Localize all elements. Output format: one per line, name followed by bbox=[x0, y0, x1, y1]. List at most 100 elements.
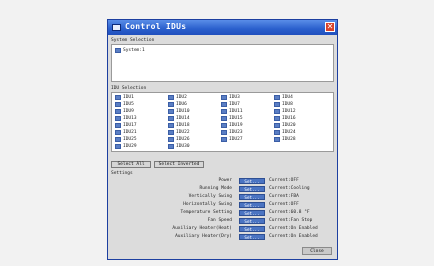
idu-selection-header: IDU Selection bbox=[111, 86, 147, 91]
idu-checkbox[interactable] bbox=[115, 95, 121, 100]
idu-label: IDU12 bbox=[282, 109, 296, 114]
idu-label: IDU26 bbox=[176, 137, 190, 142]
idu-label: IDU23 bbox=[229, 130, 243, 135]
setting-set-button[interactable]: Set... bbox=[239, 210, 265, 216]
select-inverted-button[interactable]: Select Inverted bbox=[154, 161, 204, 168]
system-selection-header: System Selection bbox=[111, 38, 155, 43]
idu-checkbox[interactable] bbox=[168, 116, 174, 121]
window-icon bbox=[112, 24, 121, 31]
idu-checkbox[interactable] bbox=[221, 123, 227, 128]
idu-checkbox[interactable] bbox=[168, 102, 174, 107]
idu-checkbox[interactable] bbox=[274, 130, 280, 135]
idu-checkbox[interactable] bbox=[115, 144, 121, 149]
setting-set-button[interactable]: Set... bbox=[239, 226, 265, 232]
setting-current-value: Current:OFF bbox=[269, 202, 299, 207]
idu-checkbox[interactable] bbox=[221, 116, 227, 121]
idu-label: IDU16 bbox=[282, 116, 296, 121]
control-idus-window: Control IDUs ✕ System Selection System:1… bbox=[107, 19, 338, 260]
setting-set-button[interactable]: Set... bbox=[239, 218, 265, 224]
setting-current-value: Current:On Enabled bbox=[269, 234, 318, 239]
system-1-label: System:1 bbox=[123, 48, 145, 53]
setting-current-value: Current:FBA bbox=[269, 194, 299, 199]
idu-checkbox[interactable] bbox=[115, 109, 121, 114]
setting-set-button[interactable]: Set... bbox=[239, 194, 265, 200]
idu-label: IDU4 bbox=[282, 95, 293, 100]
idu-label: IDU10 bbox=[176, 109, 190, 114]
idu-label: IDU1 bbox=[123, 95, 134, 100]
idu-checkbox[interactable] bbox=[274, 109, 280, 114]
setting-set-button[interactable]: Set... bbox=[239, 234, 265, 240]
window-title: Control IDUs bbox=[125, 22, 187, 31]
idu-label: IDU6 bbox=[176, 102, 187, 107]
setting-label: Temperature Setting bbox=[180, 210, 232, 215]
setting-label: Fan Speed bbox=[207, 218, 232, 223]
idu-label: IDU28 bbox=[282, 137, 296, 142]
idu-label: IDU5 bbox=[123, 102, 134, 107]
close-icon[interactable]: ✕ bbox=[325, 22, 335, 32]
idu-checkbox[interactable] bbox=[221, 109, 227, 114]
setting-label: Auxiliary Heater(Dry) bbox=[175, 234, 232, 239]
idu-label: IDU11 bbox=[229, 109, 243, 114]
idu-checkbox[interactable] bbox=[168, 109, 174, 114]
idu-checkbox[interactable] bbox=[115, 130, 121, 135]
idu-label: IDU19 bbox=[229, 123, 243, 128]
setting-current-value: Current:OFF bbox=[269, 178, 299, 183]
idu-label: IDU2 bbox=[176, 95, 187, 100]
idu-checkbox[interactable] bbox=[115, 137, 121, 142]
setting-current-value: Current:Cooling bbox=[269, 186, 310, 191]
idu-label: IDU14 bbox=[176, 116, 190, 121]
setting-label: Auxiliary Heater(Heat) bbox=[172, 226, 232, 231]
setting-set-button[interactable]: Set... bbox=[239, 202, 265, 208]
settings-area: Power Set... Current:OFF Running Mode Set...… bbox=[108, 178, 337, 242]
setting-label: Vertically Swing bbox=[188, 194, 232, 199]
system-1-checkbox[interactable] bbox=[115, 48, 121, 53]
idu-label: IDU30 bbox=[176, 144, 190, 149]
idu-label: IDU8 bbox=[282, 102, 293, 107]
idu-checkbox[interactable] bbox=[168, 144, 174, 149]
setting-set-button[interactable]: Set... bbox=[239, 186, 265, 192]
setting-current-value: Current:60.8 °F bbox=[269, 210, 310, 215]
setting-label: Power bbox=[218, 178, 232, 183]
select-all-button[interactable]: Select All bbox=[111, 161, 151, 168]
idu-label: IDU13 bbox=[123, 116, 137, 121]
idu-checkbox[interactable] bbox=[221, 95, 227, 100]
idu-label: IDU7 bbox=[229, 102, 240, 107]
idu-checkbox[interactable] bbox=[115, 102, 121, 107]
idu-checkbox[interactable] bbox=[168, 137, 174, 142]
idu-label: IDU29 bbox=[123, 144, 137, 149]
idu-checkbox[interactable] bbox=[221, 130, 227, 135]
title-bar[interactable]: Control IDUs ✕ bbox=[108, 20, 337, 35]
system-selection-panel: System:1 bbox=[111, 44, 334, 82]
setting-label: Horizontally Swing bbox=[183, 202, 232, 207]
setting-set-button[interactable]: Set... bbox=[239, 178, 265, 184]
idu-label: IDU17 bbox=[123, 123, 137, 128]
idu-label: IDU9 bbox=[123, 109, 134, 114]
idu-checkbox[interactable] bbox=[274, 123, 280, 128]
idu-checkbox[interactable] bbox=[274, 137, 280, 142]
idu-checkbox[interactable] bbox=[221, 102, 227, 107]
setting-label: Running Mode bbox=[199, 186, 232, 191]
idu-label: IDU21 bbox=[123, 130, 137, 135]
idu-label: IDU25 bbox=[123, 137, 137, 142]
setting-current-value: Current:On Enabled bbox=[269, 226, 318, 231]
idu-checkbox[interactable] bbox=[274, 102, 280, 107]
idu-checkbox[interactable] bbox=[168, 130, 174, 135]
idu-label: IDU15 bbox=[229, 116, 243, 121]
idu-checkbox[interactable] bbox=[168, 123, 174, 128]
idu-checkbox[interactable] bbox=[115, 123, 121, 128]
idu-checkbox[interactable] bbox=[115, 116, 121, 121]
settings-header: Settings bbox=[111, 171, 133, 176]
idu-checkbox[interactable] bbox=[168, 95, 174, 100]
close-button[interactable]: Close bbox=[302, 247, 332, 255]
idu-selection-panel: IDU1 IDU2 IDU3 IDU4 IDU5 IDU6 IDU7 IDU8 IDU9 IDU1… bbox=[111, 92, 334, 152]
idu-checkbox[interactable] bbox=[274, 95, 280, 100]
idu-label: IDU18 bbox=[176, 123, 190, 128]
idu-label: IDU22 bbox=[176, 130, 190, 135]
idu-label: IDU3 bbox=[229, 95, 240, 100]
idu-checkbox[interactable] bbox=[274, 116, 280, 121]
idu-label: IDU27 bbox=[229, 137, 243, 142]
setting-current-value: Current:Fan Stop bbox=[269, 218, 313, 223]
idu-checkbox[interactable] bbox=[221, 137, 227, 142]
idu-label: IDU24 bbox=[282, 130, 296, 135]
idu-label: IDU20 bbox=[282, 123, 296, 128]
